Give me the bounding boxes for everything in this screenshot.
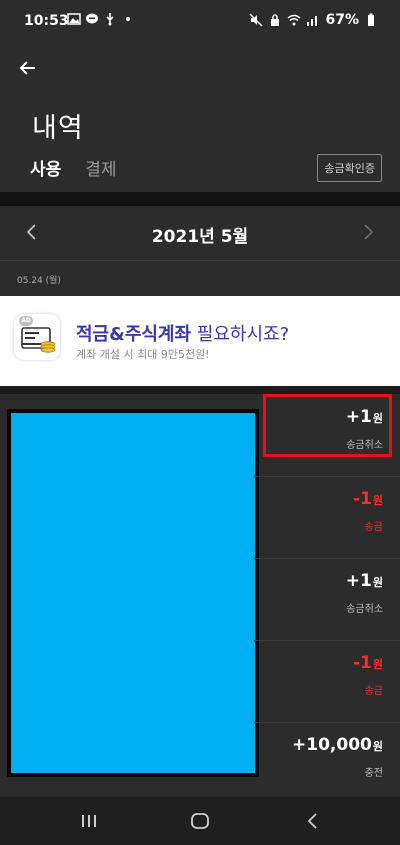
amount-value: +1 [345, 571, 372, 591]
transaction-row[interactable]: +1원 송금취소 [254, 558, 400, 641]
transaction-type: 송금취소 [346, 440, 383, 451]
amount-unit: 원 [372, 658, 383, 671]
amount-unit: 원 [372, 412, 383, 425]
usb-icon [106, 13, 114, 26]
ad-subtitle: 계좌 개설 시 최대 9만5천원! [76, 348, 210, 361]
transaction-amount: -1원 [353, 489, 383, 509]
transaction-list: +1원 송금취소 -1원 송금 +1원 송금취소 -1원 송금 +10,000원… [0, 394, 400, 797]
ad-banner[interactable]: AD 적금&주식계좌 필요하시죠? 계좌 개설 시 최대 9만5천원! [0, 296, 400, 386]
transaction-row[interactable]: -1원 송금 [254, 476, 400, 559]
transaction-type: 송금취소 [346, 604, 383, 615]
tab-payment-label: 결제 [85, 160, 117, 180]
transfer-certificate-button[interactable]: 송금확인증 [317, 154, 382, 182]
lock-icon [271, 14, 280, 26]
recent-apps-button[interactable] [74, 809, 104, 833]
amount-unit: 원 [372, 494, 383, 507]
section-divider [0, 192, 400, 206]
section-divider [0, 386, 400, 394]
tab-payment[interactable]: 결제 [85, 155, 116, 194]
notification-icons [67, 12, 135, 26]
mute-icon [249, 13, 264, 27]
recent-apps-icon [82, 815, 96, 827]
battery-icon [368, 13, 374, 26]
transaction-type: 송금 [364, 522, 383, 533]
gallery-icon [67, 13, 81, 25]
transaction-row[interactable]: +10,000원 충전 [254, 722, 400, 804]
amount-unit: 원 [372, 576, 383, 589]
date-label: 05.24 (월) [17, 276, 61, 286]
transaction-amount: +1원 [346, 407, 383, 427]
next-month-button[interactable] [356, 220, 380, 244]
battery-percent: 67% [325, 12, 359, 28]
tab-usage-label: 사용 [30, 160, 62, 180]
back-nav-button[interactable] [298, 809, 328, 833]
status-bar: 10:53 67% [0, 0, 400, 44]
chevron-right-icon [364, 224, 374, 240]
status-time: 10:53 [24, 13, 69, 29]
page-header: 내역 사용 결제 송금확인증 [0, 44, 400, 197]
tab-usage[interactable]: 사용 [28, 155, 68, 197]
month-navigator: 2021년 5월 [0, 206, 400, 260]
transaction-type: 충전 [364, 768, 383, 779]
ad-logo: AD [14, 314, 60, 360]
system-navigation-bar [0, 797, 400, 845]
page-title: 내역 [32, 113, 84, 144]
transaction-amount: +10,000원 [292, 735, 383, 755]
home-button[interactable] [185, 809, 215, 833]
redacted-area [7, 409, 259, 777]
amount-value: -1 [352, 489, 372, 509]
wifi-icon [288, 14, 301, 26]
chevron-left-icon [307, 813, 317, 829]
transaction-amount: +1원 [346, 571, 383, 591]
current-month: 2021년 5월 [151, 227, 249, 247]
date-header: 05.24 (월) [0, 261, 400, 296]
amount-value: +1 [345, 407, 372, 427]
signal-icon [307, 16, 318, 26]
transaction-type: 송금 [364, 686, 383, 697]
app-screen: 10:53 67% 내역 사용 결제 송금확인증 2021년 5월 05.24 … [0, 0, 400, 845]
ad-title: 적금&주식계좌 필요하시죠? [76, 320, 289, 346]
amount-unit: 원 [372, 740, 383, 753]
tab-bar: 사용 결제 [28, 155, 117, 197]
amount-value: -1 [352, 653, 372, 673]
transaction-row[interactable]: -1원 송금 [254, 640, 400, 723]
amount-value: +10,000 [292, 735, 372, 755]
home-icon [191, 813, 209, 829]
system-indicators: 67% [249, 12, 378, 28]
arrow-left-icon [19, 61, 35, 75]
back-button[interactable] [14, 54, 42, 82]
ad-title-bold: 적금&주식계좌 [76, 324, 192, 345]
transaction-row[interactable]: +1원 송금취소 [254, 394, 400, 477]
bank-card-icon [21, 327, 56, 353]
dot-icon [126, 17, 130, 21]
transaction-amount: -1원 [353, 653, 383, 673]
chat-icon [86, 13, 98, 24]
ad-title-rest: 필요하시죠? [191, 324, 290, 345]
